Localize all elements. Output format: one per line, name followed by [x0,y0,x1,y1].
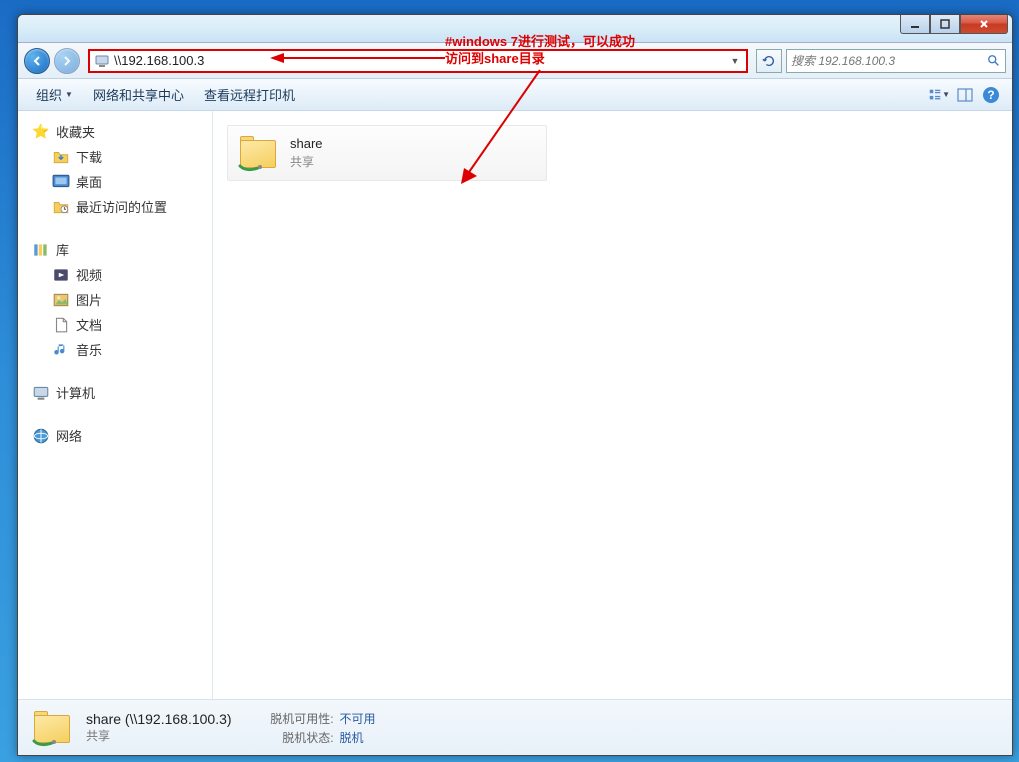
video-icon [52,266,70,284]
details-icon [32,707,74,749]
chevron-down-icon: ▼ [65,90,73,99]
offline-status-row: 脱机状态: 脱机 [264,729,376,746]
network-icon [32,427,50,445]
back-button[interactable] [24,48,50,74]
details-subtitle: 共享 [86,727,232,744]
window-controls [900,14,1008,34]
computer-icon [94,53,110,69]
music-icon [52,341,70,359]
star-icon: ⭐ [32,123,50,141]
file-name: share [290,136,323,151]
forward-button[interactable] [54,48,80,74]
picture-icon [52,291,70,309]
computer-label: 计算机 [56,383,95,402]
desktop-label: 桌面 [76,172,102,191]
libraries-header[interactable]: 库 [18,237,212,262]
details-properties: 脱机可用性: 不可用 脱机状态: 脱机 [264,710,376,746]
navigation-pane: ⭐ 收藏夹 下载 桌面 [18,111,213,699]
file-subtitle: 共享 [290,153,323,170]
navigation-bar: \\192.168.100.3 ▼ [18,43,1012,79]
network-label: 网络 [56,426,82,445]
close-button[interactable] [960,14,1008,34]
sidebar-item-computer[interactable]: 计算机 [18,380,212,405]
desktop-icon [52,173,70,191]
command-bar: 组织 ▼ 网络和共享中心 查看远程打印机 ▼ ? [18,79,1012,111]
sidebar-item-recent[interactable]: 最近访问的位置 [18,194,212,219]
downloads-label: 下载 [76,147,102,166]
offline-avail-label: 脱机可用性: [264,710,334,727]
music-label: 音乐 [76,340,102,359]
library-icon [32,241,50,259]
search-box[interactable] [786,49,1006,73]
sidebar-item-network[interactable]: 网络 [18,423,212,448]
address-bar[interactable]: \\192.168.100.3 ▼ [88,49,748,73]
offline-availability-row: 脱机可用性: 不可用 [264,710,376,727]
network-center-button[interactable]: 网络和共享中心 [85,82,192,107]
view-printers-button[interactable]: 查看远程打印机 [196,82,303,107]
network-group: 网络 [18,423,212,448]
document-icon [52,316,70,334]
view-mode-button[interactable]: ▼ [928,84,950,106]
offline-status-label: 脱机状态: [264,729,334,746]
share-folder-icon [238,132,280,174]
recent-icon [52,198,70,216]
computer-icon [32,384,50,402]
sidebar-item-documents[interactable]: 文档 [18,312,212,337]
organize-menu[interactable]: 组织 ▼ [28,82,81,107]
titlebar [18,15,1012,43]
chevron-down-icon: ▼ [942,90,950,99]
details-main: share (\\192.168.100.3) 共享 [86,711,232,744]
explorer-window: \\192.168.100.3 ▼ 组织 ▼ 网络和共享中心 查看远程打印机 ▼ [17,14,1013,756]
computer-group: 计算机 [18,380,212,405]
explorer-body: ⭐ 收藏夹 下载 桌面 [18,111,1012,699]
search-input[interactable] [791,54,983,68]
favorites-label: 收藏夹 [56,122,95,141]
favorites-header[interactable]: ⭐ 收藏夹 [18,119,212,144]
download-icon [52,148,70,166]
share-folder-item[interactable]: share 共享 [227,125,547,181]
help-button[interactable]: ? [980,84,1002,106]
maximize-button[interactable] [930,14,960,34]
content-pane[interactable]: share 共享 [213,111,1012,699]
svg-text:?: ? [987,88,994,102]
address-text: \\192.168.100.3 [114,53,724,68]
videos-label: 视频 [76,265,102,284]
view-printers-label: 查看远程打印机 [204,85,295,104]
sidebar-item-pictures[interactable]: 图片 [18,287,212,312]
recent-label: 最近访问的位置 [76,197,167,216]
details-pane: share (\\192.168.100.3) 共享 脱机可用性: 不可用 脱机… [18,699,1012,755]
sidebar-item-downloads[interactable]: 下载 [18,144,212,169]
minimize-button[interactable] [900,14,930,34]
file-info: share 共享 [290,136,323,170]
preview-pane-button[interactable] [954,84,976,106]
network-center-label: 网络和共享中心 [93,85,184,104]
documents-label: 文档 [76,315,102,334]
refresh-button[interactable] [756,49,782,73]
favorites-group: ⭐ 收藏夹 下载 桌面 [18,119,212,219]
offline-status-value: 脱机 [340,729,364,746]
libraries-label: 库 [56,240,69,259]
organize-label: 组织 [36,85,62,104]
search-icon[interactable] [987,54,1001,68]
sidebar-item-videos[interactable]: 视频 [18,262,212,287]
libraries-group: 库 视频 图片 文档 [18,237,212,362]
address-dropdown-icon[interactable]: ▼ [728,56,742,66]
sidebar-item-desktop[interactable]: 桌面 [18,169,212,194]
sidebar-item-music[interactable]: 音乐 [18,337,212,362]
details-title: share (\\192.168.100.3) [86,711,232,727]
pictures-label: 图片 [76,290,102,309]
offline-avail-value: 不可用 [340,710,376,727]
